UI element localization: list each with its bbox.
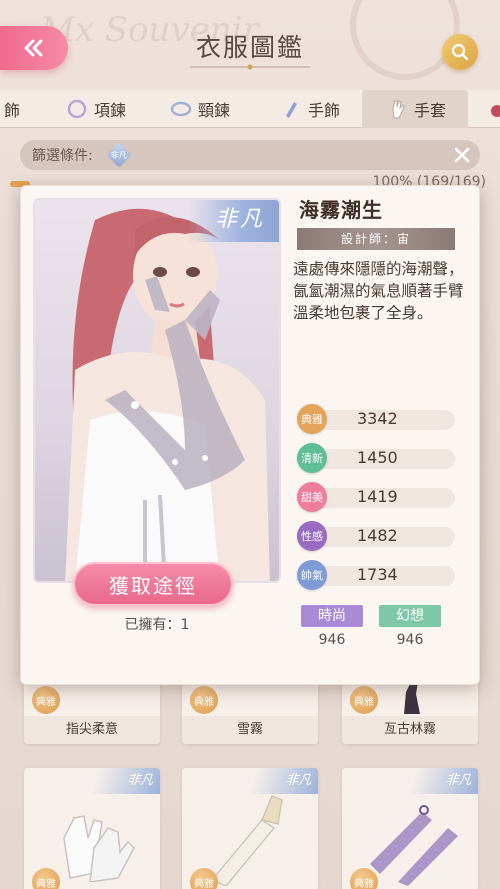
stat-row-fresh: 清新 1450 xyxy=(297,443,457,473)
tab-label: 頸鍊 xyxy=(198,101,231,120)
item-card-name: 亙古林霧 xyxy=(342,716,478,744)
hand-ornament-icon xyxy=(286,102,297,118)
tab-gloves[interactable]: 手套 xyxy=(362,90,468,128)
tag-fashion: 時尚 xyxy=(301,605,363,627)
glove-thumbnail xyxy=(211,795,283,886)
tab-choker[interactable]: 頸鍊 xyxy=(170,90,230,128)
close-icon[interactable] xyxy=(452,145,472,165)
stat-value: 3342 xyxy=(357,409,398,428)
tab-next[interactable] xyxy=(486,90,500,128)
style-badge: 典雅 xyxy=(350,868,378,889)
glove-thumbnail xyxy=(63,815,135,882)
glove-thumbnail xyxy=(370,805,458,886)
stat-row-sexy: 性感 1482 xyxy=(297,521,457,551)
style-badge: 典雅 xyxy=(350,686,378,714)
item-description: 遠處傳來隱隱的海潮聲，氤氳潮濕的氣息順著手臂溫柔地包裹了全身。 xyxy=(293,260,464,322)
item-portrait: 非凡 xyxy=(33,198,281,583)
stat-value: 1419 xyxy=(357,487,398,506)
designer-label: 設計師：宙 xyxy=(297,228,455,250)
character-illustration xyxy=(65,208,270,581)
category-tabs: 飾 項鍊 頸鍊 手飾 手套 xyxy=(0,90,500,128)
filter-chip-rarity[interactable]: 非凡 xyxy=(105,142,132,168)
tab-accessory[interactable]: 飾 xyxy=(4,90,20,128)
tab-label: 手套 xyxy=(414,101,447,120)
tab-label: 項鍊 xyxy=(94,101,127,120)
tab-label: 飾 xyxy=(4,101,21,120)
filter-label: 篩選條件: xyxy=(32,148,93,164)
rarity-ribbon: 非凡 xyxy=(407,768,478,794)
item-card[interactable]: 非凡 典雅 xyxy=(24,768,160,889)
style-badge: 典雅 xyxy=(190,868,218,889)
stat-value: 1450 xyxy=(357,448,398,467)
tab-necklace[interactable]: 項鍊 xyxy=(66,90,126,128)
necklace-icon xyxy=(67,99,87,119)
choker-icon xyxy=(170,101,192,117)
stat-row-elegant: 典雅 3342 xyxy=(297,404,457,434)
stat-row-sweet: 甜美 1419 xyxy=(297,482,457,512)
page-title: 衣服圖鑑 xyxy=(195,33,304,62)
tag-fashion-value: 946 xyxy=(318,632,346,648)
search-button[interactable] xyxy=(442,34,478,70)
sexy-icon: 性感 xyxy=(297,521,327,551)
filter-bar: 篩選條件: 非凡 xyxy=(20,140,480,170)
style-badge: 典雅 xyxy=(190,686,218,714)
stat-value: 1734 xyxy=(357,565,398,584)
cool-icon: 帥氣 xyxy=(297,560,327,590)
fresh-icon: 清新 xyxy=(297,443,327,473)
item-card[interactable]: 非凡 典雅 xyxy=(182,768,318,889)
tab-label: 手飾 xyxy=(308,101,341,120)
rarity-ribbon: 非凡 xyxy=(89,768,160,794)
owned-count: 已擁有：1 xyxy=(124,617,190,633)
ring-icon xyxy=(491,105,500,117)
style-badge: 典雅 xyxy=(32,868,60,889)
tag-fantasy: 幻想 xyxy=(379,605,441,627)
item-card[interactable]: 非凡 典雅 xyxy=(342,768,478,889)
search-icon xyxy=(451,43,469,61)
stat-row-cool: 帥氣 1734 xyxy=(297,560,457,590)
glove-icon xyxy=(392,100,405,119)
item-name: 海霧潮生 xyxy=(299,198,383,222)
filter-chip-label: 非凡 xyxy=(110,150,127,160)
item-detail-popup: 非凡 獲取途徑 已擁有：1 海霧潮生 設計師：宙 遠處傳來隱隱的海潮聲，氤氳潮濕… xyxy=(20,185,480,685)
item-card-name: 指尖柔意 xyxy=(24,716,160,744)
acquire-source-button[interactable]: 獲取途徑 xyxy=(73,562,233,606)
style-badge: 典雅 xyxy=(32,686,60,714)
tab-hand-ornament[interactable]: 手飾 xyxy=(280,90,340,128)
elegant-icon: 典雅 xyxy=(297,404,327,434)
title-ornament xyxy=(190,64,310,70)
sweet-icon: 甜美 xyxy=(297,482,327,512)
glove-thumbnail xyxy=(404,680,420,714)
rarity-ribbon: 非凡 xyxy=(187,200,279,242)
stat-value: 1482 xyxy=(357,526,398,545)
item-card-name: 雪霧 xyxy=(182,716,318,744)
tag-fantasy-value: 946 xyxy=(396,632,424,648)
